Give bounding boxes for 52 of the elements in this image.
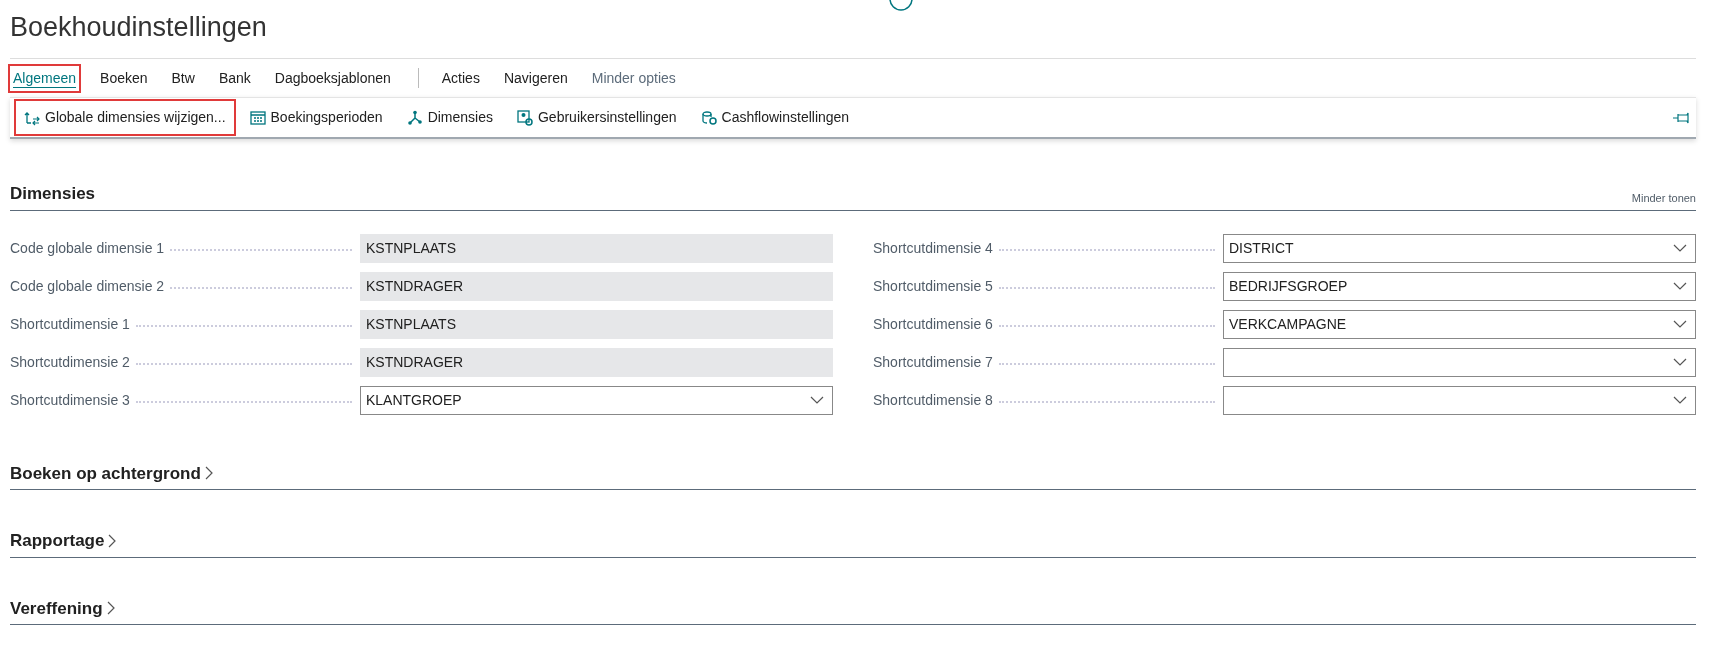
field-label: Code globale dimensie 2: [10, 276, 165, 296]
fewer-options-button[interactable]: Minder opties: [588, 65, 679, 91]
field-label: Shortcutdimensie 3: [10, 390, 130, 410]
section-header[interactable]: Rapportage: [10, 528, 117, 554]
menu-button[interactable]: Acties: [438, 65, 483, 91]
chevron-right-icon: [108, 533, 117, 548]
menu-button[interactable]: Navigeren: [500, 65, 571, 91]
chevron-down-icon: [1673, 282, 1687, 290]
page-title: Boekhoudinstellingen: [10, 11, 268, 44]
field-label: Shortcutdimensie 8: [873, 390, 993, 410]
section-header[interactable]: Dimensies: [10, 181, 96, 207]
menu-tab[interactable]: Bank: [215, 65, 254, 91]
dropdown-field[interactable]: BEDRIJFSGROEP: [1223, 271, 1696, 301]
action-button[interactable]: Gebruikersinstellingen: [509, 101, 685, 134]
field-label: Shortcutdimensie 5: [873, 276, 993, 296]
field-label: Shortcutdimensie 4: [873, 238, 993, 258]
dropdown-field[interactable]: [1223, 347, 1696, 377]
chevron-down-icon: [810, 396, 824, 404]
field-label: Code globale dimensie 1: [10, 238, 165, 258]
action-button[interactable]: Cashflowinstellingen: [692, 101, 858, 134]
readonly-field: KSTNDRAGER: [360, 347, 833, 377]
section-header[interactable]: Boeken op achtergrond: [10, 460, 213, 486]
dropdown-field[interactable]: [1223, 385, 1696, 415]
readonly-field: KSTNPLAATS: [360, 233, 833, 263]
menu-tab[interactable]: Boeken: [97, 65, 151, 91]
dropdown-field[interactable]: VERKCAMPAGNE: [1223, 309, 1696, 339]
field-label: Shortcutdimensie 2: [10, 352, 130, 372]
menu-tab[interactable]: Dagboeksjablonen: [271, 65, 394, 91]
chevron-down-icon: [1673, 320, 1687, 328]
user-gear-icon: [517, 109, 533, 126]
readonly-field: KSTNPLAATS: [360, 309, 833, 339]
menu-tab[interactable]: Btw: [168, 65, 198, 91]
field-label: Shortcutdimensie 6: [873, 314, 993, 334]
calendar-icon: [249, 109, 266, 126]
field-label: Shortcutdimensie 7: [873, 352, 993, 372]
action-button[interactable]: Dimensies: [398, 101, 501, 134]
chevron-down-icon: [1673, 244, 1687, 252]
action-button[interactable]: Boekingsperioden: [241, 101, 391, 134]
menu-tab[interactable]: Algemeen: [10, 65, 80, 91]
field-label: Shortcutdimensie 1: [10, 314, 130, 334]
dropdown-field[interactable]: DISTRICT: [1223, 233, 1696, 263]
chevron-right-icon: [106, 601, 115, 616]
show-less-link[interactable]: Minder tonen: [1631, 190, 1696, 207]
dropdown-field[interactable]: KLANTGROEP: [360, 385, 833, 415]
action-button[interactable]: Globale dimensies wijzigen...: [16, 101, 234, 134]
pin-icon[interactable]: [1672, 111, 1690, 124]
readonly-field: KSTNDRAGER: [360, 271, 833, 301]
section-header[interactable]: Vereffening: [10, 595, 115, 621]
chevron-down-icon: [1673, 358, 1687, 366]
chevron-down-icon: [1673, 396, 1687, 404]
chevron-right-icon: [204, 466, 213, 481]
hierarchy-icon: [406, 109, 423, 126]
